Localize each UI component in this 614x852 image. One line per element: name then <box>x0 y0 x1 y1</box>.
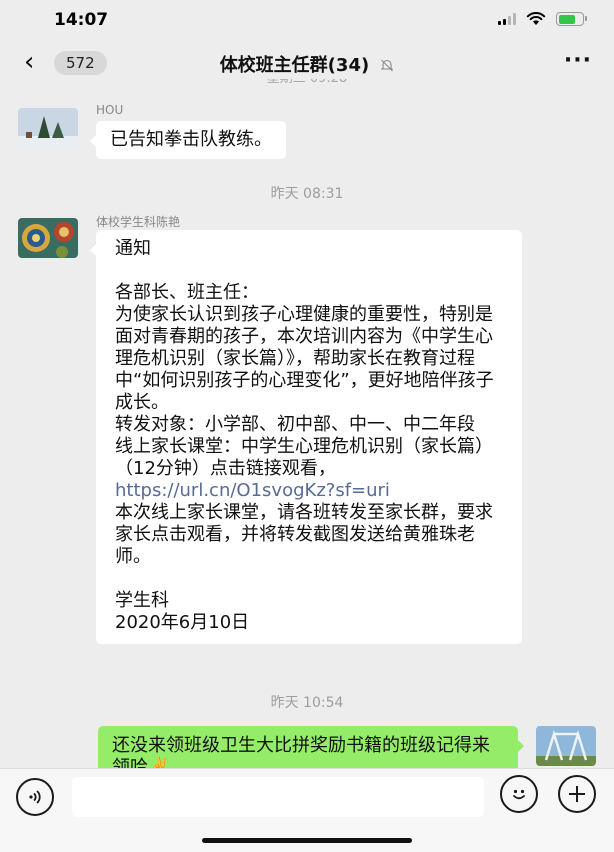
message-input[interactable] <box>72 777 484 817</box>
message-bubble[interactable]: 已告知拳击队教练。 <box>90 121 286 159</box>
mute-bell-icon <box>380 59 394 72</box>
notice-course: 线上家长课堂：中学生心理危机识别（家长篇）（12分钟）点击链接观看， <box>115 436 493 479</box>
status-time: 14:07 <box>54 10 109 30</box>
avatar[interactable] <box>536 726 596 766</box>
notice-link[interactable]: https://url.cn/O1svogKz?sf=uri <box>115 480 506 502</box>
notice-heading: 通知 <box>115 238 151 259</box>
notice-target: 转发对象：小学部、初中部、中一、中二年段 <box>115 414 475 435</box>
sender-name: 体校学生科陈艳 <box>96 215 181 229</box>
notice-signature: 学生科 <box>115 590 169 611</box>
plus-icon[interactable] <box>558 775 596 813</box>
timestamp: 昨天 10:54 <box>270 695 344 711</box>
message-text: 还没来领班级卫生大比拼奖励书籍的班级记得来领哈✌️ <box>112 735 490 768</box>
avatar[interactable] <box>18 218 78 258</box>
signal-icon <box>498 13 516 25</box>
notice-instruction: 本次线上家长课堂，请各班转发至家长群，要求家长点击观看，并将转发截图发送给黄雅珠… <box>115 502 493 567</box>
chat-message-list[interactable]: HOU 已告知拳击队教练。 昨天 08:31 体校学生科陈艳 通知 各部长、班主… <box>0 88 614 768</box>
battery-charging-icon <box>556 12 587 26</box>
home-indicator <box>202 838 412 843</box>
chat-title: 体校班主任群(34) <box>219 55 370 76</box>
more-icon[interactable]: ··· <box>564 48 592 73</box>
voice-icon[interactable] <box>16 778 54 816</box>
notice-body: 为使家长认识到孩子心理健康的重要性，特别是面对青春期的孩子，本次培训内容为《中学… <box>115 304 494 413</box>
notice-addressee: 各部长、班主任： <box>115 282 259 303</box>
avatar[interactable] <box>18 108 78 148</box>
emoji-icon[interactable] <box>500 775 538 813</box>
timestamp: 昨天 08:31 <box>270 186 344 202</box>
status-icons <box>498 12 587 26</box>
notice-date: 2020年6月10日 <box>115 612 250 633</box>
wifi-icon <box>526 12 546 25</box>
sender-name: HOU <box>96 103 124 117</box>
message-bubble[interactable]: 还没来领班级卫生大比拼奖励书籍的班级记得来领哈✌️ <box>98 726 524 768</box>
message-bubble[interactable]: 通知 各部长、班主任： 为使家长认识到孩子心理健康的重要性，特别是面对青春期的孩… <box>90 230 522 644</box>
message-text: 已告知拳击队教练。 <box>110 129 272 150</box>
status-bar: 14:07 <box>0 0 614 40</box>
